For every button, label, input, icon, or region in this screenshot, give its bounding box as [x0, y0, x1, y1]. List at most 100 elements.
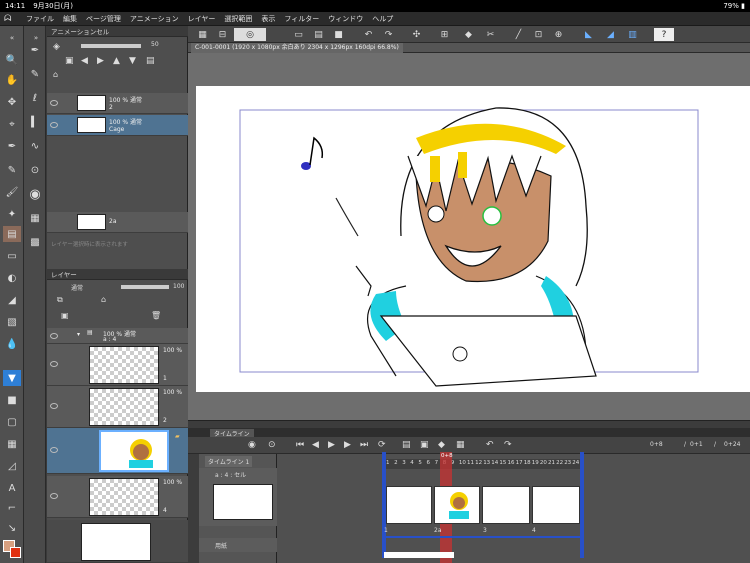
frame-icon[interactable]: ▦	[3, 436, 21, 452]
menu-animation[interactable]: アニメーション	[130, 14, 179, 24]
stop-icon[interactable]: ◉	[248, 440, 256, 450]
move-icon[interactable]: ✥	[3, 94, 21, 110]
blend-icon[interactable]: ◐	[3, 270, 21, 286]
special-ruler-icon[interactable]: ◣	[582, 28, 595, 41]
new-cel-icon[interactable]: ▣	[65, 56, 74, 66]
frame-ruler[interactable]: 123456789101112131415161718192021222324	[384, 459, 582, 469]
new-cel-tl-icon[interactable]: ▣	[420, 440, 429, 450]
help-icon[interactable]: ?	[654, 28, 674, 41]
menu-window[interactable]: ウィンドウ	[328, 14, 363, 24]
paper-track-row[interactable]: 用紙	[199, 538, 277, 552]
frame-number[interactable]: 16	[508, 460, 515, 466]
frame-number[interactable]: 11	[467, 460, 474, 466]
menu-file[interactable]: ファイル	[26, 14, 54, 24]
arrow-right-icon[interactable]: ▶	[97, 56, 104, 66]
frame-number[interactable]: 23	[564, 460, 571, 466]
animation-cel-row-selected[interactable]: 100 % 通常 Cage	[47, 115, 188, 136]
visibility-icon[interactable]	[50, 493, 58, 499]
hand-icon[interactable]: ✋	[3, 72, 21, 88]
frame-number[interactable]: 17	[516, 460, 523, 466]
layer-opacity-slider[interactable]	[121, 285, 169, 289]
prev-frame-icon[interactable]: ◀	[312, 440, 319, 450]
save-icon[interactable]: ■	[332, 28, 345, 41]
onion-skin-icon[interactable]: ◈	[53, 42, 60, 52]
blend-mode-select[interactable]: 通常	[71, 283, 83, 292]
gpen-subtool-icon[interactable]: ℓ	[26, 90, 44, 106]
sync-icon[interactable]: ⟳	[378, 440, 386, 450]
first-frame-icon[interactable]: ⏮	[296, 440, 304, 450]
fill-bucket-icon[interactable]: ▼	[3, 370, 21, 386]
zoom-icon[interactable]: 🔍	[3, 52, 21, 68]
animation-cel-row[interactable]: 2a	[47, 212, 188, 233]
cel-track-row[interactable]: a : 4 : セル	[199, 468, 277, 526]
navigator-icon[interactable]: ⊙	[26, 162, 44, 178]
eyedropper-icon[interactable]: ⌖	[3, 116, 21, 132]
timeline-cell-current[interactable]	[434, 486, 480, 524]
frame-number[interactable]: 1	[386, 460, 390, 466]
next-frame-icon[interactable]: ▶	[344, 440, 351, 450]
gradient-icon[interactable]: ▧	[3, 314, 21, 330]
brush-subtool-icon[interactable]: ∿	[26, 138, 44, 154]
correction-icon[interactable]: ↘	[3, 520, 21, 536]
specify-cel-icon[interactable]: ▦	[456, 440, 465, 450]
undo-icon[interactable]: ↶	[362, 28, 375, 41]
decoration-icon[interactable]: ▤	[3, 226, 21, 242]
ruler-cmd-icon[interactable]: ╱	[512, 28, 525, 41]
canvas-paper[interactable]	[196, 86, 750, 392]
sub-color-swatch[interactable]	[10, 547, 21, 558]
color-wheel-icon[interactable]: ◉	[26, 186, 44, 202]
fill-icon[interactable]: ◢	[3, 292, 21, 308]
app-logo-icon[interactable]: ᗣ	[4, 13, 20, 25]
frame-number[interactable]: 4	[410, 460, 414, 466]
grid-menu-icon[interactable]: ▦	[196, 28, 209, 41]
snap-ruler-icon[interactable]: ◢	[604, 28, 617, 41]
tl-redo-icon[interactable]: ↷	[504, 440, 512, 450]
frame-number[interactable]: 10	[459, 460, 466, 466]
arrow-up-icon[interactable]: ▲	[113, 56, 120, 66]
menu-layer[interactable]: レイヤー	[188, 14, 216, 24]
visibility-icon[interactable]	[50, 333, 58, 339]
frame-number[interactable]: 20	[540, 460, 547, 466]
companion-icon[interactable]: ◎	[234, 28, 266, 41]
last-frame-icon[interactable]: ⏭	[360, 440, 368, 450]
ruler-icon[interactable]: ◿	[3, 458, 21, 474]
layer-row-selected[interactable]: ▰	[47, 428, 188, 474]
timeline-cell[interactable]	[386, 486, 432, 524]
visibility-icon[interactable]	[50, 361, 58, 367]
balloon-icon[interactable]: ⌐	[3, 500, 21, 516]
layer-row[interactable]: 100 % 2	[47, 386, 188, 428]
frame-number[interactable]: 7	[435, 460, 439, 466]
keyframe-icon[interactable]: ◆	[438, 440, 445, 450]
frame-number[interactable]: 21	[548, 460, 555, 466]
color-set-icon[interactable]: ▦	[26, 210, 44, 226]
timeline-cell[interactable]	[532, 486, 580, 524]
quick-access-icon[interactable]: ⊟	[216, 28, 229, 41]
pencil-icon[interactable]: ✎	[3, 162, 21, 178]
frame-number[interactable]: 24	[572, 460, 579, 466]
crop-icon[interactable]: ✂	[484, 28, 497, 41]
layer-row[interactable]: 100 % 1	[47, 344, 188, 386]
gradient-tool-icon[interactable]: ■	[3, 392, 21, 408]
menu-selection[interactable]: 選択範囲	[224, 14, 252, 24]
fill-cmd-icon[interactable]: ◆	[462, 28, 475, 41]
pen-subtool-icon[interactable]: ✒	[26, 42, 44, 58]
timeline-track-name[interactable]: タイムライン 1	[205, 456, 253, 467]
text-icon[interactable]: A	[3, 480, 21, 496]
open-icon[interactable]: ▤	[312, 28, 325, 41]
frame-number[interactable]: 6	[427, 460, 431, 466]
loop-icon[interactable]: ⊙	[268, 440, 276, 450]
frame-number[interactable]: 18	[524, 460, 531, 466]
transform-icon[interactable]: ✣	[410, 28, 423, 41]
clear-icon[interactable]: ⊞	[438, 28, 451, 41]
perspective-icon[interactable]: ⊕	[552, 28, 565, 41]
frame-number[interactable]: 3	[402, 460, 406, 466]
arrow-down-icon[interactable]: ▼	[129, 56, 136, 66]
layer-property-icon[interactable]: ⧉	[57, 295, 63, 305]
pencil-subtool-icon[interactable]: ✎	[26, 66, 44, 82]
frame-number[interactable]: 22	[556, 460, 563, 466]
frame-number[interactable]: 15	[499, 460, 506, 466]
color-history-icon[interactable]: ▩	[26, 234, 44, 250]
collapse-icon[interactable]: «	[3, 30, 21, 46]
timeline-cell[interactable]	[482, 486, 530, 524]
menu-page[interactable]: ページ管理	[86, 14, 121, 24]
